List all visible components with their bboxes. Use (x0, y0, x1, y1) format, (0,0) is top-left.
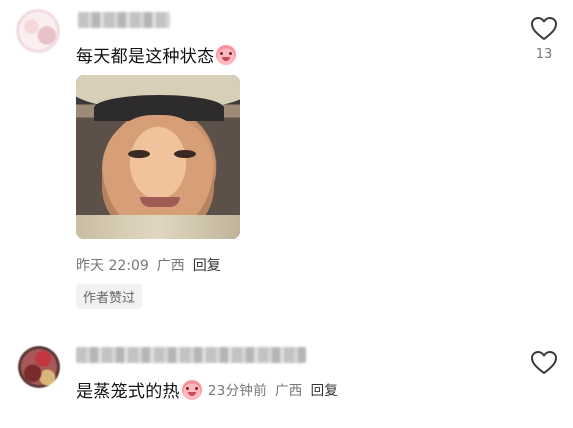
like-button[interactable]: 13 (529, 16, 559, 62)
image-eye-left (128, 150, 150, 158)
avatar[interactable] (18, 346, 60, 388)
comment-location: 广西 (275, 383, 303, 399)
comment-text: 每天都是这种状态 (76, 42, 237, 67)
like-count: 13 (535, 47, 553, 62)
avatar[interactable] (16, 9, 60, 53)
reply-button[interactable]: 回复 (193, 258, 221, 274)
comment-location: 广西 (156, 258, 185, 274)
username-blurred[interactable] (78, 12, 170, 28)
reply-button[interactable]: 回复 (311, 383, 339, 399)
comment-meta: 昨天 22:09 广西 回复 (76, 255, 221, 275)
author-liked-badge: 作者赞过 (76, 284, 143, 309)
image-mouth (140, 197, 180, 207)
comment-body: 是蒸笼式的热 (76, 382, 180, 402)
like-button[interactable] (529, 350, 559, 375)
comment-meta: 23分钟前 广西 回复 (208, 383, 338, 399)
comment-body: 每天都是这种状态 (76, 47, 215, 67)
crying-face-emoji-icon (181, 380, 202, 400)
comment-time: 23分钟前 (207, 383, 267, 399)
image-eye-right (174, 150, 196, 158)
comment-text: 是蒸笼式的热 23分钟前 广西 回复 (76, 377, 338, 402)
heart-icon (531, 17, 557, 40)
comment-thread: 每天都是这种状态 昨天 22:09 广西 回复 作者赞过 13 是蒸笼式的热 23分钟… (0, 0, 573, 428)
comment-image[interactable] (76, 75, 240, 239)
heart-icon (531, 351, 557, 374)
username-blurred[interactable] (76, 347, 306, 363)
image-collar (76, 215, 240, 239)
comment-time: 昨天 22:09 (76, 258, 149, 274)
crying-face-emoji-icon (216, 45, 237, 65)
